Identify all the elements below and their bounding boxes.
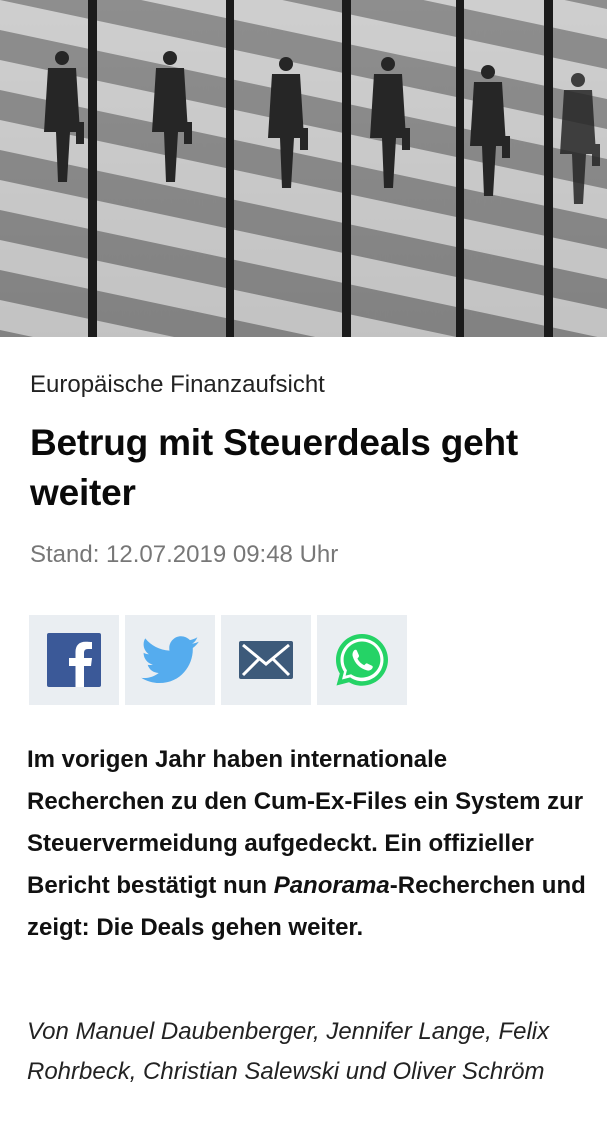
article-headline: Betrug mit Steuerdeals geht weiter [30,422,519,513]
twitter-icon [141,636,199,684]
hero-image-graphic [0,0,607,337]
share-facebook-button[interactable] [29,615,119,705]
mail-icon [239,641,293,679]
share-email-button[interactable] [221,615,311,705]
article-date: Stand: 12.07.2019 09:48 Uhr [30,541,339,568]
article-topline: Europäische Finanzaufsicht [30,371,325,398]
article-authors: Von Manuel Daubenberger, Jennifer Lange,… [27,1018,550,1085]
whatsapp-icon [336,634,388,686]
share-twitter-button[interactable] [125,615,215,705]
hero-image [0,0,607,337]
facebook-icon [47,633,101,687]
share-whatsapp-button[interactable] [317,615,407,705]
share-bar [29,615,407,705]
article-teaser: Im vorigen Jahr haben internationale Rec… [27,739,587,949]
teaser-italic-term: Panorama [273,872,390,899]
